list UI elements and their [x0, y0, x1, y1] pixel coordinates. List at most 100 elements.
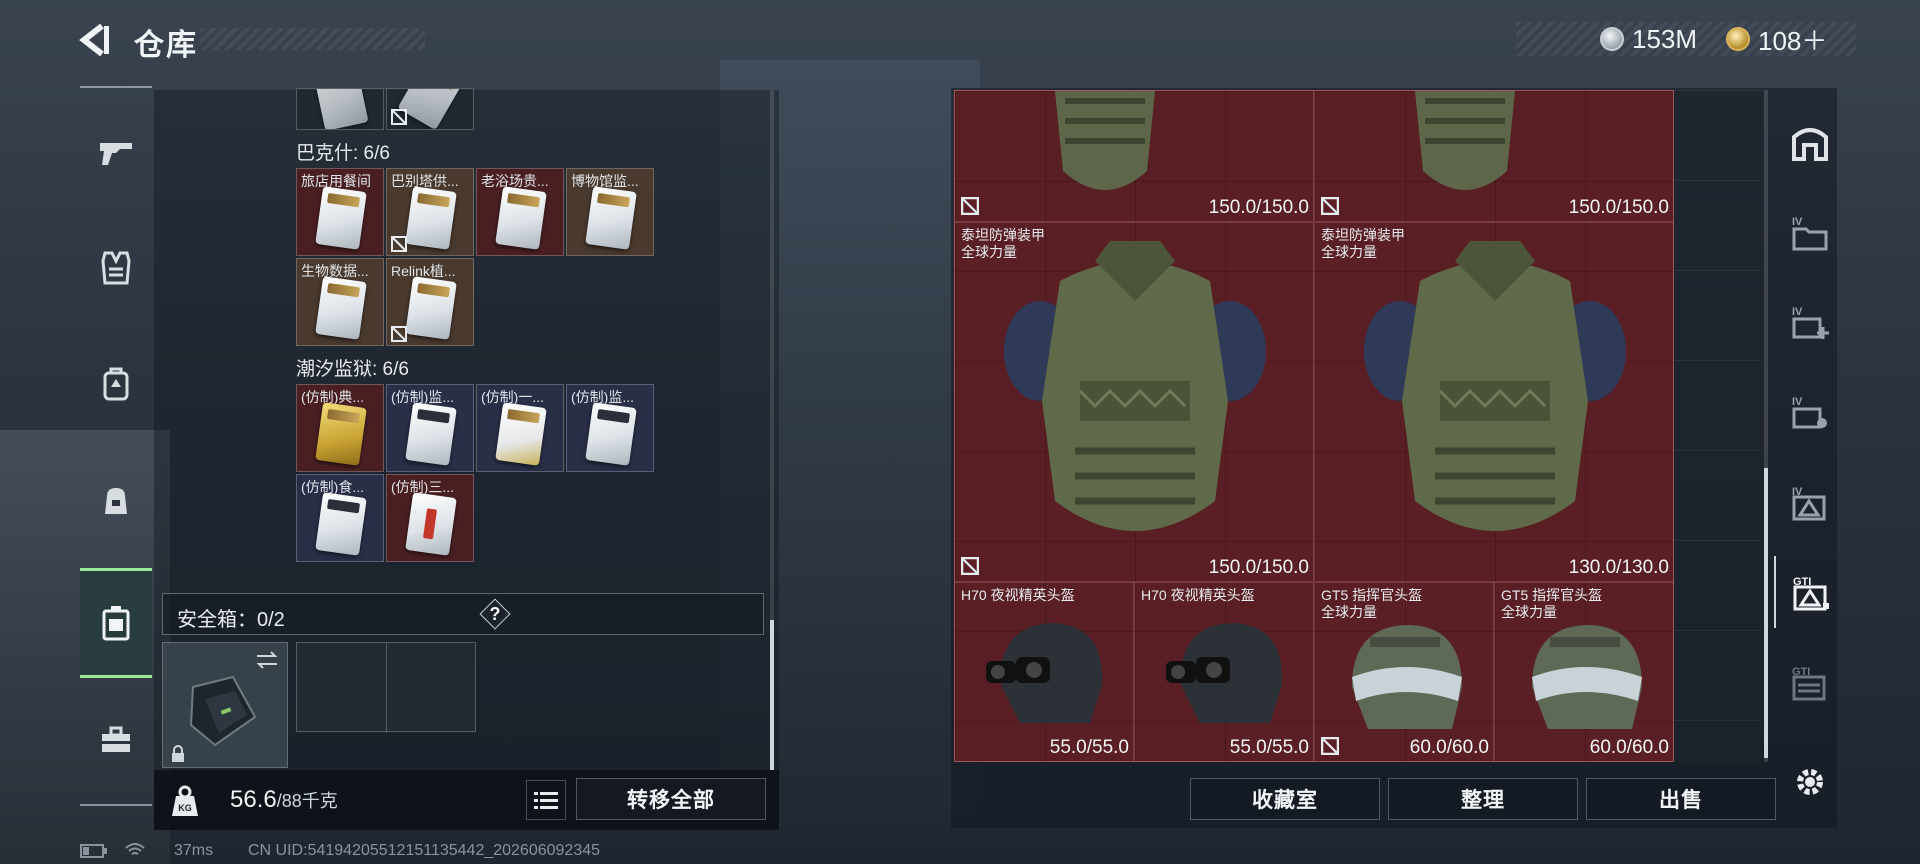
gold-currency[interactable]: 108＋	[1726, 22, 1827, 56]
rnav-container-3[interactable]: IV	[1774, 376, 1846, 448]
swap-icon[interactable]	[255, 651, 279, 669]
keycard-slot[interactable]: 老浴场贵...	[476, 168, 564, 256]
silver-currency[interactable]: 153M	[1600, 22, 1697, 56]
weight-readout: 56.6/88千克	[230, 786, 338, 814]
svg-text:IV: IV	[1792, 216, 1803, 228]
helmet-item[interactable]: GT5 指挥官头盔 全球力量 60.0/60.0	[1494, 582, 1674, 762]
nv-helmet-icon	[1166, 623, 1283, 723]
keycard-slot[interactable]: 巴别塔供...	[386, 168, 474, 256]
no-sell-icon	[391, 236, 407, 252]
helmet-item[interactable]: H70 夜视精英头盔 55.0/55.0	[954, 582, 1134, 762]
silver-amount: 153M	[1632, 23, 1698, 54]
collection-room-button[interactable]: 收藏室	[1190, 778, 1380, 820]
container-triangle-icon: GTI	[1793, 576, 1829, 611]
keycard-slot[interactable]: (仿制)典...	[296, 384, 384, 472]
secure-case-icon	[189, 675, 257, 747]
nav-bag[interactable]	[80, 464, 152, 536]
sell-button[interactable]: 出售	[1586, 778, 1776, 820]
nav-weapon[interactable]	[80, 116, 152, 188]
keycard-icon	[405, 492, 457, 556]
keycard-icon	[397, 89, 465, 129]
armor-vest-icon	[1004, 241, 1266, 531]
commander-helmet-icon	[1352, 625, 1462, 729]
svg-text:IV: IV	[1792, 306, 1803, 318]
keycard-icon	[495, 186, 547, 250]
durability: 150.0/150.0	[1208, 197, 1309, 218]
keycard-slot[interactable]: 博物馆监...	[566, 168, 654, 256]
nav-toolbox[interactable]	[80, 704, 152, 776]
pouch-icon	[105, 488, 127, 514]
container-add-icon: IV	[1792, 306, 1829, 339]
armor-item[interactable]: 泰坦防弹装甲 全球力量 130.0/130.0	[1314, 222, 1674, 582]
keycard-icon	[315, 186, 367, 250]
keycard-slot[interactable]: 旅店用餐间	[296, 168, 384, 256]
uid-readout: CN UID:54194205512151135442_202606092345	[248, 842, 601, 859]
keycard-icon	[405, 402, 457, 466]
toolbox-icon	[102, 726, 130, 752]
container-rack-icon: GTI	[1792, 666, 1826, 701]
rnav-container-6[interactable]: GTI	[1774, 646, 1846, 718]
backpack-icon	[103, 367, 129, 401]
page-title: 仓库	[134, 29, 198, 62]
keycard-icon	[405, 186, 457, 250]
safe-case-icon	[102, 606, 130, 641]
wifi-icon	[125, 843, 145, 855]
helmet-item[interactable]: GT5 指挥官头盔 全球力量 60.0/60.0	[1314, 582, 1494, 762]
container-empty-column	[1674, 90, 1762, 762]
keycard-slot[interactable]: Relink植...	[386, 258, 474, 346]
list-view-button[interactable]	[526, 780, 566, 820]
keycard-slot[interactable]: (仿制)一...	[476, 384, 564, 472]
keycard-slot[interactable]: (仿制)监...	[566, 384, 654, 472]
nav-safe-box[interactable]	[80, 568, 152, 678]
keycard-icon	[313, 89, 369, 129]
container-triangle-icon: IV	[1792, 486, 1826, 521]
keycard-slot[interactable]: (仿制)监...	[386, 384, 474, 472]
keycard-icon	[585, 186, 637, 250]
armor-item[interactable]: 150.0/150.0	[1314, 90, 1674, 222]
safe-box-slot[interactable]	[162, 642, 288, 768]
durability: 150.0/150.0	[1208, 557, 1309, 578]
durability: 55.0/55.0	[1229, 737, 1309, 758]
help-button[interactable]: ?	[481, 600, 509, 628]
rnav-container-1[interactable]: IV	[1774, 196, 1846, 268]
keycard-slot[interactable]: (仿制)食...	[296, 474, 384, 562]
battery-icon	[80, 844, 107, 858]
nav-armor[interactable]	[80, 232, 152, 304]
item-name: GT5 指挥官头盔 全球力量	[1501, 587, 1603, 620]
nav-backpack[interactable]	[80, 348, 152, 420]
silver-coin-icon	[1600, 27, 1624, 51]
rnav-container-4[interactable]: IV	[1774, 466, 1846, 538]
rnav-container-5[interactable]: GTI	[1774, 556, 1846, 628]
safe-box-empty-slot[interactable]	[296, 642, 476, 733]
slot-divider	[386, 643, 387, 733]
helmet-item[interactable]: H70 夜视精英头盔 55.0/55.0	[1134, 582, 1314, 762]
no-sell-icon	[391, 109, 407, 125]
armor-vest-icon	[1055, 91, 1155, 190]
item-name: H70 夜视精英头盔	[1141, 587, 1255, 603]
durability: 60.0/60.0	[1589, 737, 1669, 758]
no-sell-icon	[961, 197, 979, 215]
sort-button[interactable]: 整理	[1388, 778, 1578, 820]
top-bar: 仓库 153M 108＋	[0, 0, 1920, 80]
help-icon: ?	[489, 603, 501, 624]
armor-vest-icon	[1364, 241, 1626, 531]
durability: 130.0/130.0	[1568, 557, 1669, 578]
keycard-slot[interactable]: 生物数据...	[296, 258, 384, 346]
commander-helmet-icon	[1532, 625, 1642, 729]
rnav-storage[interactable]	[1774, 106, 1846, 178]
container-scrollbar-thumb[interactable]	[1764, 468, 1768, 758]
transfer-all-button[interactable]: 转移全部	[576, 778, 766, 820]
gold-amount: 108＋	[1758, 25, 1828, 56]
gold-coin-icon	[1726, 27, 1750, 51]
item-slot-partial[interactable]	[296, 88, 384, 130]
armor-item[interactable]: 150.0/150.0	[954, 90, 1314, 222]
armor-item[interactable]: 泰坦防弹装甲 全球力量 150.0/150.0	[954, 222, 1314, 582]
stash-scrollbar-thumb[interactable]	[770, 620, 774, 770]
no-sell-icon	[961, 557, 979, 575]
rnav-container-2[interactable]: IV	[1774, 286, 1846, 358]
gear-icon	[1797, 769, 1823, 795]
keycard-slot[interactable]: (仿制)三...	[386, 474, 474, 562]
settings-button[interactable]	[1774, 746, 1846, 818]
item-slot-partial[interactable]	[386, 88, 474, 130]
back-button[interactable]	[76, 20, 116, 60]
